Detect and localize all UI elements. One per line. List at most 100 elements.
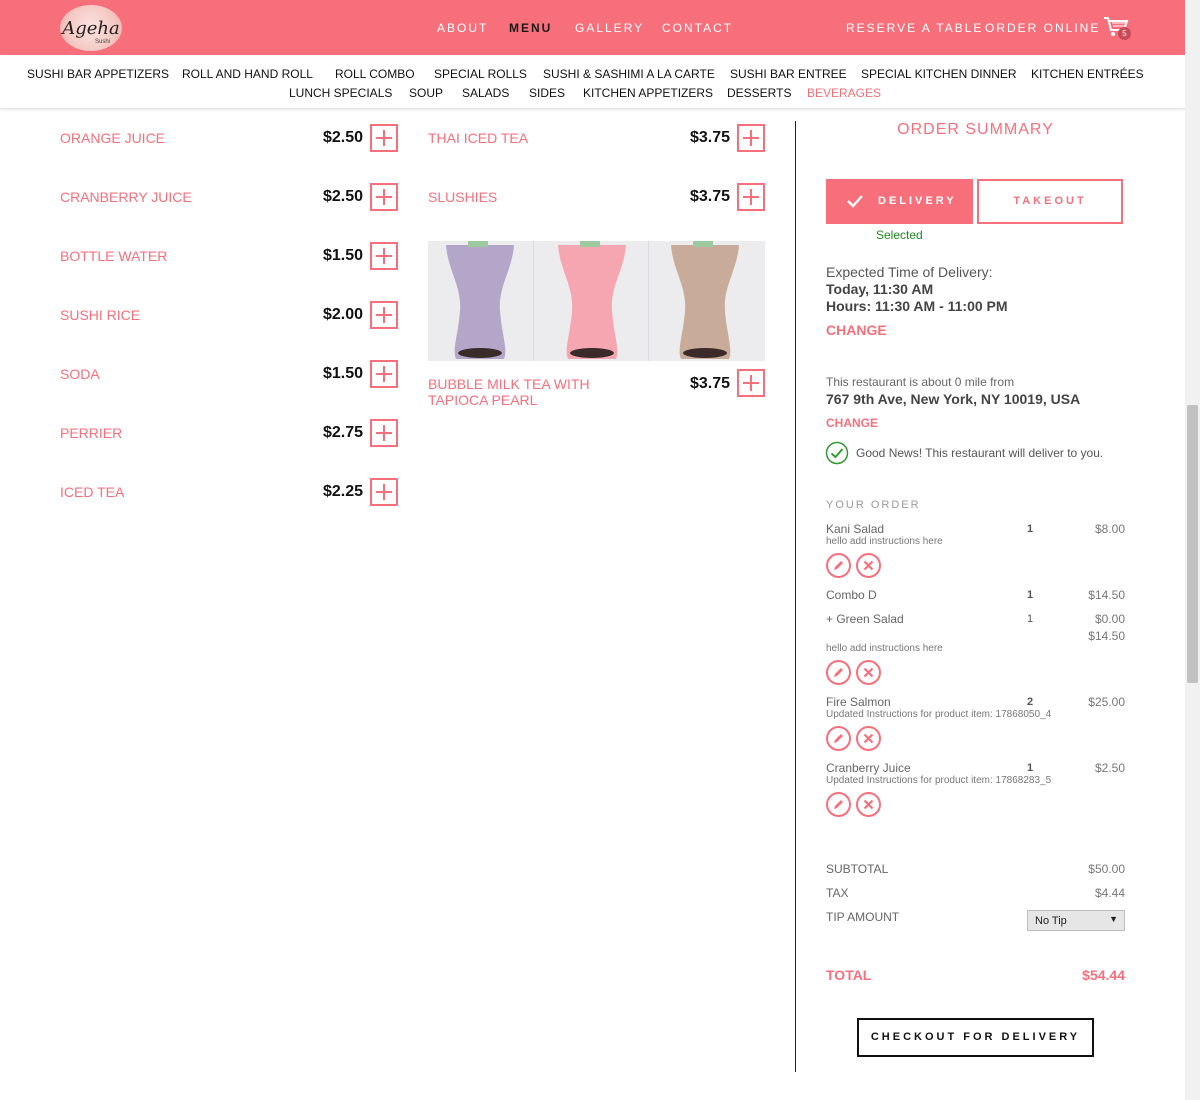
hours-text: Hours: 11:30 AM - 11:00 PM bbox=[826, 298, 1008, 314]
menu-item-name[interactable]: SUSHI RICE bbox=[60, 307, 140, 323]
bubble-tea-photo bbox=[428, 241, 765, 361]
menu-item-name[interactable]: ICED TEA bbox=[60, 484, 124, 500]
change-time-link[interactable]: CHANGE bbox=[826, 322, 887, 338]
menu-item-name[interactable]: CRANBERRY JUICE bbox=[60, 189, 192, 205]
edit-icon bbox=[834, 561, 843, 570]
order-item-name: Kani Salad bbox=[826, 522, 885, 536]
add-to-order-button[interactable] bbox=[370, 360, 398, 388]
remove-item-button[interactable] bbox=[856, 726, 881, 751]
expected-time-value: Today, 11:30 AM bbox=[826, 281, 934, 297]
add-to-order-button[interactable] bbox=[370, 419, 398, 447]
remove-icon bbox=[863, 667, 874, 678]
menu-item-name[interactable]: SLUSHIES bbox=[428, 189, 497, 205]
menu-item-name[interactable]: PERRIER bbox=[60, 425, 122, 441]
edit-item-button[interactable] bbox=[826, 553, 851, 578]
menu-item-price: $2.75 bbox=[322, 424, 363, 441]
nav-menu[interactable]: MENU bbox=[509, 21, 552, 35]
menu-item-price: $3.75 bbox=[689, 129, 730, 146]
total-value: $54.44 bbox=[1082, 967, 1125, 983]
nav-gallery[interactable]: GALLERY bbox=[575, 21, 644, 35]
tip-amount-select[interactable]: No Tip ▼ bbox=[1027, 910, 1125, 931]
top-navbar: Ageha Sushi ABOUT MENU GALLERY CONTACT R… bbox=[0, 0, 1185, 55]
add-to-order-button[interactable] bbox=[737, 369, 765, 397]
order-item-qty: 1 bbox=[1027, 523, 1034, 535]
cat-roll-combo[interactable]: ROLL COMBO bbox=[335, 67, 415, 81]
menu-item-price: $3.75 bbox=[689, 375, 730, 392]
menu-item-name[interactable]: THAI ICED TEA bbox=[428, 130, 528, 146]
order-item-qty: 2 bbox=[1027, 696, 1034, 708]
cat-desserts[interactable]: DESSERTS bbox=[727, 86, 791, 100]
edit-icon bbox=[834, 668, 843, 677]
cat-special-kitchen-dinner[interactable]: SPECIAL KITCHEN DINNER bbox=[861, 67, 1017, 81]
delivery-button[interactable]: DELIVERY bbox=[826, 179, 973, 224]
checkout-button[interactable]: CHECKOUT FOR DELIVERY bbox=[857, 1018, 1094, 1057]
order-subitem-name: + Green Salad bbox=[826, 612, 904, 626]
order-subitem-price: $0.00 bbox=[1094, 612, 1125, 626]
cat-kitchen-appetizers[interactable]: KITCHEN APPETIZERS bbox=[583, 86, 713, 100]
add-to-order-button[interactable] bbox=[370, 242, 398, 270]
order-item-name: Combo D bbox=[826, 588, 877, 602]
logo-subtext: Sushi bbox=[94, 39, 110, 45]
tax-label: TAX bbox=[826, 886, 849, 900]
cat-kitchen-entrees[interactable]: KITCHEN ENTRÉES bbox=[1031, 67, 1144, 81]
edit-icon bbox=[834, 734, 843, 743]
add-to-order-button[interactable] bbox=[370, 183, 398, 211]
success-check-icon bbox=[825, 441, 849, 465]
order-summary-title: ORDER SUMMARY bbox=[897, 121, 1054, 138]
scrollbar-thumb[interactable] bbox=[1187, 405, 1198, 683]
expected-time-label: Expected Time of Delivery: bbox=[826, 264, 993, 280]
cat-sides[interactable]: SIDES bbox=[529, 86, 565, 100]
order-item-instructions: hello add instructions here bbox=[826, 536, 943, 547]
cat-sushi-bar-entree[interactable]: SUSHI BAR ENTREE bbox=[730, 67, 847, 81]
order-item-instructions: hello add instructions here bbox=[826, 643, 943, 654]
remove-icon bbox=[863, 799, 874, 810]
menu-item-name[interactable]: BUBBLE MILK TEA WITH TAPIOCA PEARL bbox=[428, 376, 628, 408]
remove-item-button[interactable] bbox=[856, 792, 881, 817]
order-item-price: $14.50 bbox=[1088, 588, 1125, 602]
total-label: TOTAL bbox=[826, 967, 872, 983]
takeout-button[interactable]: TAKEOUT bbox=[977, 179, 1123, 224]
remove-item-button[interactable] bbox=[856, 553, 881, 578]
bubble-tea-image[interactable] bbox=[428, 241, 765, 361]
delivery-label: DELIVERY bbox=[878, 195, 957, 207]
menu-item-price: $2.50 bbox=[322, 188, 363, 205]
cat-special-rolls[interactable]: SPECIAL ROLLS bbox=[434, 67, 527, 81]
cat-soup[interactable]: SOUP bbox=[409, 86, 443, 100]
order-item-price: $2.50 bbox=[1094, 761, 1125, 775]
order-item-name: Cranberry Juice bbox=[826, 761, 911, 775]
subtotal-value: $50.00 bbox=[1088, 862, 1125, 876]
edit-item-button[interactable] bbox=[826, 660, 851, 685]
nav-contact[interactable]: CONTACT bbox=[662, 21, 733, 35]
remove-item-button[interactable] bbox=[856, 660, 881, 685]
cat-sushi-bar-appetizers[interactable]: SUSHI BAR APPETIZERS bbox=[27, 67, 169, 81]
your-order-heading: YOUR ORDER bbox=[826, 499, 921, 511]
menu-item-name[interactable]: BOTTLE WATER bbox=[60, 248, 167, 264]
nav-about[interactable]: ABOUT bbox=[437, 21, 488, 35]
cat-beverages[interactable]: BEVERAGES bbox=[807, 86, 881, 100]
add-to-order-button[interactable] bbox=[737, 124, 765, 152]
cart-count-badge: 5 bbox=[1118, 27, 1131, 40]
cat-sushi-sashimi[interactable]: SUSHI & SASHIMI A LA CARTE bbox=[543, 67, 715, 81]
add-to-order-button[interactable] bbox=[370, 301, 398, 329]
menu-item-name[interactable]: SODA bbox=[60, 366, 100, 382]
menu-item-price: $1.50 bbox=[322, 365, 363, 382]
tip-selected-value: No Tip bbox=[1035, 915, 1067, 927]
add-to-order-button[interactable] bbox=[370, 124, 398, 152]
restaurant-logo[interactable]: Ageha Sushi bbox=[60, 5, 122, 51]
cat-lunch-specials[interactable]: LUNCH SPECIALS bbox=[289, 86, 392, 100]
add-to-order-button[interactable] bbox=[370, 478, 398, 506]
edit-item-button[interactable] bbox=[826, 726, 851, 751]
order-online-link[interactable]: ORDER ONLINE bbox=[985, 21, 1100, 35]
cat-salads[interactable]: SALADS bbox=[462, 86, 509, 100]
order-item-name: Fire Salmon bbox=[826, 695, 891, 709]
order-item-instructions: Updated Instructions for product item: 1… bbox=[826, 709, 1052, 720]
change-address-link[interactable]: CHANGE bbox=[826, 416, 878, 430]
selected-status: Selected bbox=[876, 228, 923, 242]
edit-item-button[interactable] bbox=[826, 792, 851, 817]
cat-roll-and-hand-roll[interactable]: ROLL AND HAND ROLL bbox=[182, 67, 313, 81]
category-bar: SUSHI BAR APPETIZERS ROLL AND HAND ROLL … bbox=[0, 55, 1185, 109]
menu-item-name[interactable]: ORANGE JUICE bbox=[60, 130, 165, 146]
tip-label: TIP AMOUNT bbox=[826, 910, 900, 924]
add-to-order-button[interactable] bbox=[737, 183, 765, 211]
reserve-table-link[interactable]: RESERVE A TABLE bbox=[846, 21, 983, 35]
